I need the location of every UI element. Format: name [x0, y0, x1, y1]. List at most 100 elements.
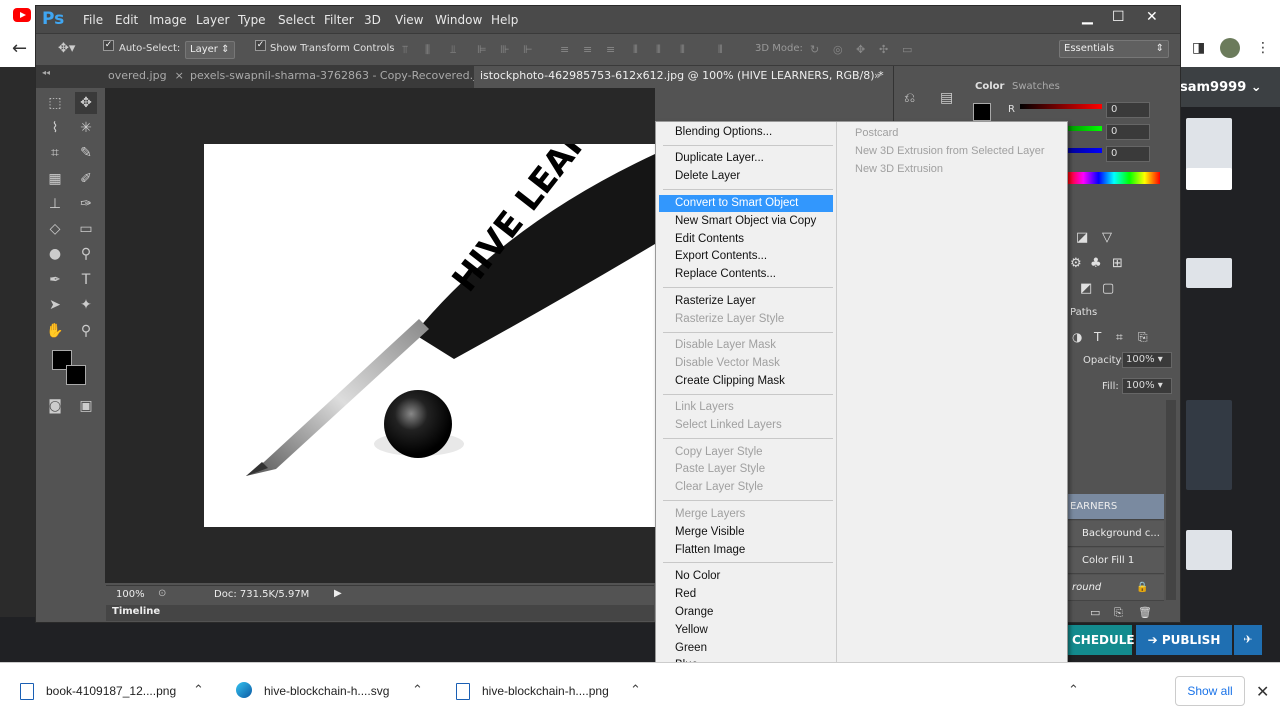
- tab-document-active[interactable]: istockphoto-462985753-612x612.jpg @ 100%…: [474, 66, 907, 88]
- close-tab-icon[interactable]: ×: [175, 69, 184, 82]
- post-thumbnail[interactable]: [1186, 168, 1232, 190]
- menu-file[interactable]: File: [83, 13, 103, 27]
- tab-document-2[interactable]: pexels-swapnil-sharma-3762863 - Copy-Rec…: [184, 66, 513, 88]
- menu-item-no-color[interactable]: No Color: [659, 568, 833, 585]
- publish-button[interactable]: ➔ PUBLISH: [1136, 625, 1232, 655]
- eyedropper-icon[interactable]: ✎: [75, 142, 97, 164]
- menu-layer[interactable]: Layer: [196, 13, 229, 27]
- layer-row-hive-learners[interactable]: EARNERS: [1068, 494, 1164, 520]
- workspace-dropdown[interactable]: Essentials ⇕: [1059, 40, 1169, 58]
- menu-item-rasterize-layer[interactable]: Rasterize Layer: [659, 293, 833, 310]
- youtube-icon[interactable]: [13, 8, 31, 22]
- menu-edit[interactable]: Edit: [115, 13, 138, 27]
- shape-tool-icon[interactable]: ✦: [75, 294, 97, 316]
- menu-item-convert-to-smart-object[interactable]: Convert to Smart Object: [659, 194, 833, 212]
- post-thumbnail[interactable]: [1186, 530, 1232, 570]
- distribute-bottom-icon[interactable]: ≡: [606, 43, 620, 56]
- magic-wand-icon[interactable]: ✳: [75, 117, 97, 139]
- history-panel-icon[interactable]: ⎌: [904, 90, 915, 106]
- tab-swatches[interactable]: Swatches: [1012, 81, 1060, 92]
- quick-mask-icon[interactable]: ◙: [44, 395, 66, 417]
- adjustment-lookup-icon[interactable]: ⊞: [1112, 256, 1123, 271]
- chevron-up-icon[interactable]: ⌃: [630, 683, 641, 698]
- menu-window[interactable]: Window: [435, 13, 482, 27]
- fill-input[interactable]: 100% ▾: [1122, 378, 1172, 394]
- properties-panel-icon[interactable]: ▤: [940, 90, 953, 106]
- 3d-scale-icon[interactable]: ▭: [902, 43, 916, 56]
- layer-row-color-fill[interactable]: Color Fill 1: [1068, 548, 1164, 574]
- distribute-hcenter-icon[interactable]: ⦀: [656, 43, 670, 56]
- filter-adjust-icon[interactable]: ◑: [1072, 330, 1082, 344]
- align-hcenter-icon[interactable]: ⊪: [500, 43, 514, 56]
- menu-item-edit-contents[interactable]: Edit Contents: [659, 231, 833, 248]
- menu-help[interactable]: Help: [491, 13, 518, 27]
- status-info-icon[interactable]: ⊙: [158, 588, 166, 599]
- collapse-icon[interactable]: ◂◂: [42, 68, 50, 77]
- tab-color[interactable]: Color: [975, 81, 1004, 92]
- post-thumbnail[interactable]: [1186, 400, 1232, 490]
- blur-tool-icon[interactable]: ●: [44, 243, 66, 265]
- maximize-icon[interactable]: ☐: [1112, 9, 1125, 25]
- align-bottom-icon[interactable]: ⫫: [450, 43, 464, 56]
- delete-layer-icon[interactable]: 🗑: [1138, 606, 1152, 619]
- menu-item-merge-visible[interactable]: Merge Visible: [659, 524, 833, 541]
- gradient-tool-icon[interactable]: ▭: [75, 218, 97, 240]
- menu-type[interactable]: Type: [238, 13, 266, 27]
- chevron-up-icon[interactable]: ⌃: [193, 683, 204, 698]
- timeline-tab[interactable]: Timeline: [112, 606, 160, 617]
- menu-3d[interactable]: 3D: [364, 13, 381, 27]
- red-value[interactable]: 0: [1106, 102, 1150, 118]
- more-menu-icon[interactable]: ⋮: [1256, 40, 1270, 56]
- new-group-icon[interactable]: ▭: [1090, 606, 1100, 619]
- show-all-button[interactable]: Show all: [1175, 676, 1245, 706]
- stamp-tool-icon[interactable]: ⊥: [44, 193, 66, 215]
- type-tool-icon[interactable]: T: [75, 269, 97, 291]
- align-top-icon[interactable]: ⫪: [402, 43, 416, 56]
- distribute-vcenter-icon[interactable]: ≡: [583, 43, 597, 56]
- menu-item-replace-contents[interactable]: Replace Contents...: [659, 266, 833, 283]
- blue-value[interactable]: 0: [1106, 146, 1150, 162]
- menu-item-export-contents[interactable]: Export Contents...: [659, 248, 833, 265]
- adjustment-invert-icon[interactable]: ◩: [1080, 281, 1092, 296]
- status-arrow-icon[interactable]: ▶: [334, 588, 342, 599]
- dodge-tool-icon[interactable]: ⚲: [75, 243, 97, 265]
- move-tool-icon[interactable]: ✥: [75, 92, 97, 114]
- 3d-roll-icon[interactable]: ◎: [833, 43, 847, 56]
- layer-row-background-copy[interactable]: Background c...: [1068, 521, 1164, 547]
- close-icon[interactable]: ✕: [1146, 9, 1158, 25]
- more-tabs-icon[interactable]: »: [874, 69, 881, 82]
- hand-tool-icon[interactable]: ✋: [44, 320, 66, 342]
- menu-item-red[interactable]: Red: [659, 586, 833, 603]
- tab-document-1[interactable]: overed.jpg ×: [102, 66, 190, 88]
- path-select-icon[interactable]: ➤: [44, 294, 66, 316]
- show-transform-checkbox[interactable]: ✓: [255, 40, 266, 51]
- color-spectrum[interactable]: [1068, 172, 1160, 184]
- align-left-icon[interactable]: ⊫: [477, 43, 491, 56]
- red-slider[interactable]: [1020, 104, 1102, 109]
- download-item-3[interactable]: hive-blockchain-h....png: [482, 684, 609, 698]
- auto-select-dropdown[interactable]: Layer ⇕: [185, 41, 235, 59]
- menu-item-delete-layer[interactable]: Delete Layer: [659, 168, 833, 185]
- 3d-rotate-icon[interactable]: ↻: [810, 43, 824, 56]
- eraser-tool-icon[interactable]: ◇: [44, 218, 66, 240]
- filter-smart-icon[interactable]: ⎘: [1138, 330, 1148, 345]
- crop-tool-icon[interactable]: ⌗: [44, 142, 66, 164]
- distribute-left-icon[interactable]: ⦀: [633, 43, 647, 56]
- menu-image[interactable]: Image: [149, 13, 187, 27]
- post-thumbnail[interactable]: [1186, 258, 1232, 288]
- zoom-level[interactable]: 100%: [116, 589, 145, 600]
- menu-item-duplicate-layer[interactable]: Duplicate Layer...: [659, 150, 833, 167]
- menu-item-create-clipping-mask[interactable]: Create Clipping Mask: [659, 373, 833, 390]
- menu-item-green[interactable]: Green: [659, 640, 833, 657]
- history-brush-icon[interactable]: ✑: [75, 193, 97, 215]
- adjustment-color-icon[interactable]: ♣: [1090, 256, 1102, 271]
- auto-align-icon[interactable]: ⫴: [718, 43, 732, 56]
- download-item-1[interactable]: book-4109187_12....png: [46, 684, 176, 698]
- menu-item-orange[interactable]: Orange: [659, 604, 833, 621]
- layers-scrollbar[interactable]: [1166, 400, 1176, 600]
- align-vcenter-icon[interactable]: ⫼: [425, 43, 439, 56]
- color-fg-swatch[interactable]: [973, 103, 991, 121]
- opacity-input[interactable]: 100% ▾: [1122, 352, 1172, 368]
- screen-mode-icon[interactable]: ▣: [75, 395, 97, 417]
- menu-filter[interactable]: Filter: [324, 13, 354, 27]
